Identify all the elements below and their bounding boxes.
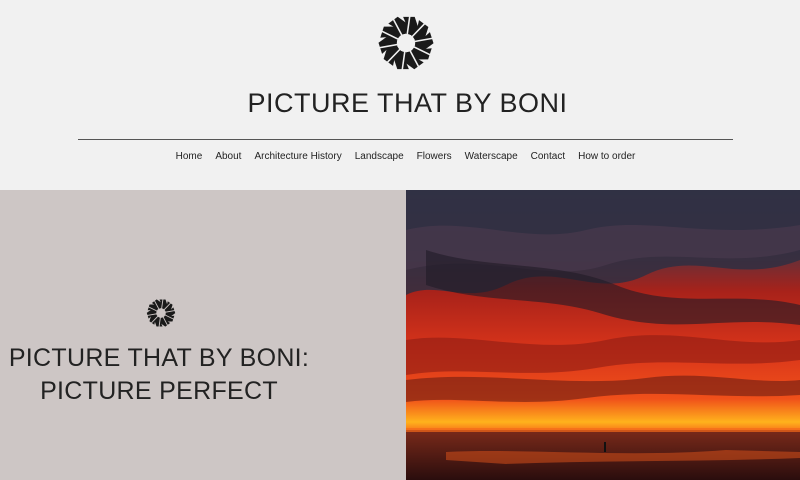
hero-title-line-2: PICTURE PERFECT	[40, 377, 278, 405]
hero-title: PICTURE THAT BY BONI: PICTURE PERFECT	[0, 342, 318, 408]
aperture-logo-icon[interactable]	[377, 14, 435, 72]
hero-panel: PICTURE THAT BY BONI: PICTURE PERFECT	[0, 190, 406, 480]
nav-item-waterscape[interactable]: Waterscape	[465, 151, 518, 162]
nav-item-how-to-order[interactable]: How to order	[578, 151, 635, 162]
nav-item-contact[interactable]: Contact	[531, 151, 565, 162]
hero-title-line-1: PICTURE THAT BY BONI:	[8, 344, 310, 372]
nav-item-architecture-history[interactable]: Architecture History	[254, 151, 341, 162]
nav-item-about[interactable]: About	[215, 151, 241, 162]
nav-item-flowers[interactable]: Flowers	[417, 151, 452, 162]
site-title[interactable]: PICTURE THAT BY BONI	[0, 88, 800, 119]
sunset-beach-photo	[406, 190, 800, 480]
aperture-logo-small-icon	[146, 298, 176, 328]
site-header: PICTURE THAT BY BONI Home About Architec…	[0, 0, 800, 190]
nav-item-home[interactable]: Home	[176, 151, 203, 162]
nav-item-landscape[interactable]: Landscape	[355, 151, 404, 162]
main-nav: Home About Architecture History Landscap…	[0, 151, 800, 162]
header-divider	[78, 139, 733, 140]
sunset-photo-image	[406, 190, 800, 480]
